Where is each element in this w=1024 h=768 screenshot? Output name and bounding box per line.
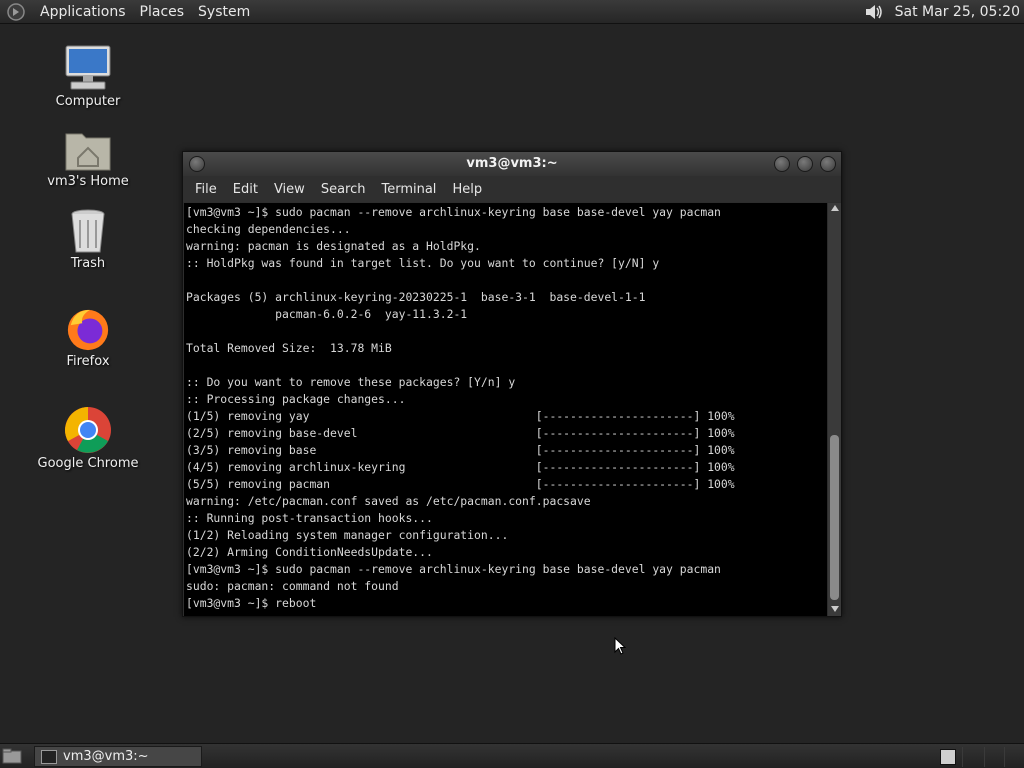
- chrome-icon: [65, 407, 111, 453]
- terminal-line: :: Running post-transaction hooks...: [186, 511, 433, 525]
- terminal-line: [vm3@vm3 ~]$ sudo pacman --remove archli…: [186, 205, 721, 219]
- terminal-icon: [41, 749, 57, 764]
- taskbar-window-button[interactable]: vm3@vm3:~: [34, 746, 202, 767]
- terminal-line: warning: /etc/pacman.conf saved as /etc/…: [186, 494, 591, 508]
- terminal-menubar: File Edit View Search Terminal Help: [183, 176, 841, 202]
- firefox-icon: [67, 309, 109, 351]
- workspace-2[interactable]: [962, 747, 982, 767]
- terminal-line: :: Do you want to remove these packages?…: [186, 375, 516, 389]
- terminal-line: (5/5) removing pacman [-----------------…: [186, 477, 735, 491]
- terminal-line: pacman-6.0.2-6 yay-11.3.2-1: [186, 307, 468, 321]
- desktop-icon-label: vm3's Home: [47, 174, 129, 189]
- menu-view[interactable]: View: [266, 182, 313, 197]
- desktop-icon-label: Firefox: [66, 354, 110, 369]
- menu-system[interactable]: System: [192, 4, 256, 20]
- terminal-line: Packages (5) archlinux-keyring-20230225-…: [186, 290, 646, 304]
- volume-icon[interactable]: [863, 2, 885, 22]
- desktop-icon-firefox[interactable]: Firefox: [28, 306, 148, 369]
- taskbar-window-label: vm3@vm3:~: [63, 749, 149, 764]
- window-title: vm3@vm3:~: [466, 156, 558, 171]
- terminal-line: (1/5) removing yay [--------------------…: [186, 409, 735, 423]
- menu-terminal[interactable]: Terminal: [373, 182, 444, 197]
- minimize-button[interactable]: [774, 156, 790, 172]
- menu-edit[interactable]: Edit: [225, 182, 266, 197]
- workspace-4[interactable]: [1004, 747, 1024, 767]
- close-button[interactable]: [820, 156, 836, 172]
- terminal-line: [vm3@vm3 ~]$ reboot: [186, 596, 317, 610]
- workspace-3[interactable]: [984, 747, 1004, 767]
- menu-search[interactable]: Search: [313, 182, 374, 197]
- terminal-line: (2/2) Arming ConditionNeedsUpdate...: [186, 545, 433, 559]
- terminal-line: Total Removed Size: 13.78 MiB: [186, 341, 392, 355]
- scroll-thumb[interactable]: [830, 435, 839, 600]
- gnome-foot-icon[interactable]: [6, 2, 26, 22]
- workspace-1[interactable]: [940, 749, 956, 765]
- terminal-line: (1/2) Reloading system manager configura…: [186, 528, 509, 542]
- computer-icon: [65, 45, 111, 90]
- terminal-scrollbar[interactable]: [828, 203, 841, 616]
- menu-file[interactable]: File: [187, 182, 225, 197]
- terminal-line: checking dependencies...: [186, 222, 351, 236]
- terminal-line: (4/5) removing archlinux-keyring [------…: [186, 460, 735, 474]
- window-titlebar[interactable]: vm3@vm3:~: [183, 152, 841, 176]
- window-menu-button[interactable]: [189, 156, 205, 172]
- terminal-output[interactable]: [vm3@vm3 ~]$ sudo pacman --remove archli…: [184, 203, 827, 616]
- terminal-window[interactable]: vm3@vm3:~ File Edit View Search Terminal…: [182, 151, 842, 617]
- terminal-line: sudo: pacman: command not found: [186, 579, 399, 593]
- top-panel: Applications Places System Sat Mar 25, 0…: [0, 0, 1024, 24]
- desktop-icon-computer[interactable]: Computer: [28, 44, 148, 109]
- menu-applications[interactable]: Applications: [34, 4, 132, 20]
- scroll-down-arrow-icon[interactable]: [831, 606, 839, 612]
- mouse-pointer-icon: [614, 637, 626, 655]
- terminal-line: :: Processing package changes...: [186, 392, 406, 406]
- bottom-panel: vm3@vm3:~: [0, 743, 1024, 768]
- desktop-icon-label: Trash: [70, 256, 106, 271]
- desktop-icon-label: Computer: [55, 94, 121, 109]
- desktop-icon-trash[interactable]: Trash: [28, 208, 148, 271]
- home-folder-icon: [65, 133, 111, 171]
- terminal-line: warning: pacman is designated as a HoldP…: [186, 239, 481, 253]
- desktop-icon-label: Google Chrome: [37, 456, 139, 471]
- clock[interactable]: Sat Mar 25, 05:20: [895, 4, 1020, 20]
- trash-icon: [71, 209, 105, 253]
- scroll-up-arrow-icon[interactable]: [831, 205, 839, 211]
- desktop-icon-google-chrome[interactable]: Google Chrome: [28, 406, 148, 471]
- maximize-button[interactable]: [797, 156, 813, 172]
- menu-help[interactable]: Help: [444, 182, 490, 197]
- terminal-line: :: HoldPkg was found in target list. Do …: [186, 256, 660, 270]
- terminal-line: [vm3@vm3 ~]$ sudo pacman --remove archli…: [186, 562, 721, 576]
- menu-places[interactable]: Places: [134, 4, 191, 20]
- terminal-line: (2/5) removing base-devel [-------------…: [186, 426, 735, 440]
- terminal-line: (3/5) removing base [-------------------…: [186, 443, 735, 457]
- show-desktop-icon[interactable]: [2, 748, 22, 764]
- desktop-icon-home[interactable]: vm3's Home: [28, 128, 148, 189]
